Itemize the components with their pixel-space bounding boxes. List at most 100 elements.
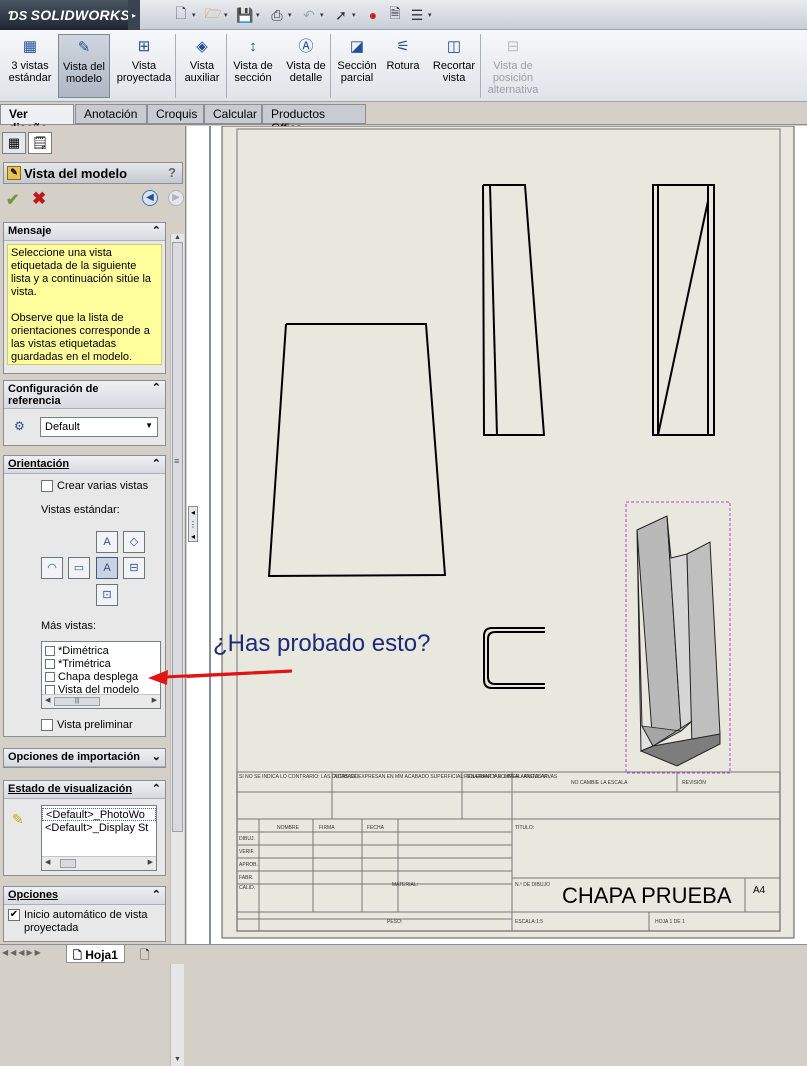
bottom-view-button[interactable]: ⊡ <box>96 584 118 606</box>
sheet-size: A4 <box>753 885 766 896</box>
logo-menu-arrow-icon[interactable]: ▸ <box>128 0 140 30</box>
brand-name: SOLIDWORKS <box>30 7 131 23</box>
top-view-button[interactable]: ▭ <box>68 557 90 579</box>
list-item[interactable]: <Default>_PhotoWo <box>42 808 156 821</box>
sheet-nav-arrows-icon[interactable]: ◀◀◀▶▶ <box>2 948 43 957</box>
back-view-button[interactable]: A <box>96 531 118 553</box>
collapse-panel-handle[interactable]: ◂ ⋮ ◂ <box>188 506 198 542</box>
sección-parcial-button[interactable]: ◪ Sección parcial <box>335 34 379 98</box>
collapse-chevron-icon[interactable]: ⌃ <box>152 888 161 901</box>
new-document-icon[interactable]: 🗋 <box>170 5 192 25</box>
list-item[interactable]: <Default>_Display St <box>42 821 156 834</box>
right-view-button[interactable]: ⊟ <box>123 557 145 579</box>
open-folder-icon[interactable]: 🗁 <box>202 5 224 25</box>
drawing-sheet-svg[interactable]: SI NO SE INDICA LO CONTRARIO: LAS COTAS … <box>156 125 807 944</box>
options-icon[interactable]: ☰ <box>406 5 428 25</box>
display-state-list[interactable]: <Default>_PhotoWo <Default>_Display St ◀… <box>41 805 157 871</box>
help-button[interactable]: ? <box>168 165 176 180</box>
cancel-x-icon[interactable]: ✖ <box>32 189 46 209</box>
file-properties-icon[interactable]: 🗎 <box>384 5 406 25</box>
collapse-chevron-icon[interactable]: ⌃ <box>152 457 161 470</box>
checkbox-box[interactable] <box>45 671 55 682</box>
scroll-thumb[interactable] <box>172 242 183 832</box>
chevron-down-icon[interactable]: ▾ <box>192 5 202 25</box>
auto-start-checkbox[interactable]: ✔ Inicio automático de vista proyectada <box>8 909 164 935</box>
forward-arrow-icon[interactable]: ▶ <box>168 190 184 206</box>
checkbox-box[interactable]: ✔ <box>8 909 20 921</box>
collapse-chevron-icon[interactable]: ⌃ <box>152 382 161 394</box>
scroll-thumb[interactable]: ||| <box>54 697 100 706</box>
create-multiple-views-checkbox[interactable]: Crear varias vistas <box>41 480 148 492</box>
tab-productos-office[interactable]: Productos Office <box>262 104 366 135</box>
3-vistas-estándar-button[interactable]: ▦ 3 vistas estándar <box>4 34 56 98</box>
message-header[interactable]: Mensaje ⌃ <box>4 223 165 241</box>
tab-anotacion[interactable]: Anotación <box>75 104 147 124</box>
isometric-view-button[interactable]: ◇ <box>123 531 145 553</box>
checkbox-box[interactable] <box>45 684 55 695</box>
scroll-right-icon[interactable]: ▶ <box>148 858 153 866</box>
tb-revision: REVISIÓN <box>682 779 706 786</box>
section-view-icon: ↕ <box>249 38 257 55</box>
horizontal-scrollbar[interactable]: ◀ ▶ <box>42 856 156 870</box>
preview-checkbox[interactable]: Vista preliminar <box>41 719 133 731</box>
scroll-left-icon[interactable]: ◀ <box>45 696 50 704</box>
collapse-chevron-icon[interactable]: ⌃ <box>152 782 161 795</box>
collapse-chevron-icon[interactable]: ⌃ <box>152 224 161 237</box>
scroll-thumb[interactable] <box>60 859 76 868</box>
tab-croquis[interactable]: Croquis <box>147 104 204 124</box>
import-options-header[interactable]: Opciones de importación ⌄ <box>4 749 165 767</box>
orientation-header[interactable]: Orientación ⌃ <box>4 456 165 474</box>
chevron-down-icon[interactable]: ▾ <box>256 5 266 25</box>
recortar-vista-button[interactable]: ◫ Recortar vista <box>428 34 480 98</box>
front-view-button[interactable]: A <box>96 557 118 579</box>
reference-config-section: Configuración de referencia ⌃ ⚙ Default ▼ <box>3 380 166 446</box>
vista-auxiliar-button[interactable]: ◈ Vista auxiliar <box>180 34 224 98</box>
configuration-select[interactable]: Default ▼ <box>40 417 158 437</box>
checkbox-box[interactable] <box>45 645 55 656</box>
vista-proyectada-button[interactable]: ⊞ Vista proyectada <box>113 34 175 98</box>
vista-de-detalle-button[interactable]: Ⓐ Vista de detalle <box>281 34 331 98</box>
splitter-grip-icon[interactable]: ≡ <box>174 456 179 466</box>
auxiliary-view-icon: ◈ <box>196 38 208 55</box>
vista-de-sección-button[interactable]: ↕ Vista de sección <box>228 34 278 98</box>
chevron-down-icon[interactable]: ▾ <box>288 5 298 25</box>
scroll-left-icon[interactable]: ◀ <box>45 858 50 866</box>
vista-de-posición-alternativa-button[interactable]: ⊟ Vista de posición alternativa <box>482 34 544 98</box>
checkbox-box[interactable] <box>45 658 55 669</box>
rotura-button[interactable]: ⚟ Rotura <box>383 34 423 98</box>
solidworks-logo[interactable]: ƊS SOLIDWORKS <box>0 0 131 30</box>
display-state-header[interactable]: Estado de visualización ⌃ <box>4 781 165 799</box>
detail-view-icon: Ⓐ <box>298 38 314 55</box>
chevron-down-icon[interactable]: ▾ <box>352 5 362 25</box>
property-manager-tab-icon[interactable]: 🗒 <box>28 132 52 154</box>
list-item[interactable]: *Dimétrica <box>42 644 160 657</box>
chevron-down-icon[interactable]: ▾ <box>320 5 330 25</box>
chevron-down-icon[interactable]: ▾ <box>428 5 438 25</box>
expand-chevron-icon[interactable]: ⌄ <box>152 750 161 763</box>
undo-icon[interactable]: ↶ <box>298 5 320 25</box>
tab-calcular[interactable]: Calcular <box>204 104 262 124</box>
drawing-area[interactable]: SI NO SE INDICA LO CONTRARIO: LAS COTAS … <box>156 125 807 944</box>
panel-tabs: ▦ 🗒 <box>2 132 52 154</box>
options-header[interactable]: Opciones ⌃ <box>4 887 165 905</box>
chevron-down-icon[interactable]: ▾ <box>224 5 234 25</box>
vista-del-modelo-button[interactable]: ✎ Vista del modelo <box>58 34 110 98</box>
select-pointer-icon[interactable]: ➚ <box>330 5 352 25</box>
ok-check-icon[interactable]: ✔ <box>6 190 19 210</box>
rebuild-traffic-light-icon[interactable]: ● <box>362 5 384 25</box>
tb-calid: CALID. <box>239 885 255 891</box>
config-header-line2: referencia <box>8 395 61 407</box>
back-arrow-icon[interactable]: ◀ <box>142 190 158 206</box>
chevron-down-icon[interactable]: ▼ <box>145 421 153 430</box>
reference-config-header[interactable]: Configuración de referencia ⌃ <box>4 381 165 409</box>
panel-vertical-scrollbar[interactable]: ▲ ▼ <box>170 234 184 1066</box>
sheet-tab-hoja1[interactable]: 🗋 Hoja1 <box>66 945 125 963</box>
left-view-button[interactable]: ◠ <box>41 557 63 579</box>
scroll-down-icon[interactable]: ▼ <box>171 1056 184 1066</box>
feature-manager-tab-icon[interactable]: ▦ <box>2 132 26 154</box>
checkbox-box[interactable] <box>41 719 53 731</box>
print-icon[interactable]: ⎙ <box>266 5 288 25</box>
tab-ver-diseno[interactable]: Ver diseño <box>0 104 74 135</box>
checkbox-box[interactable] <box>41 480 53 492</box>
save-icon[interactable]: 💾 <box>234 5 256 25</box>
